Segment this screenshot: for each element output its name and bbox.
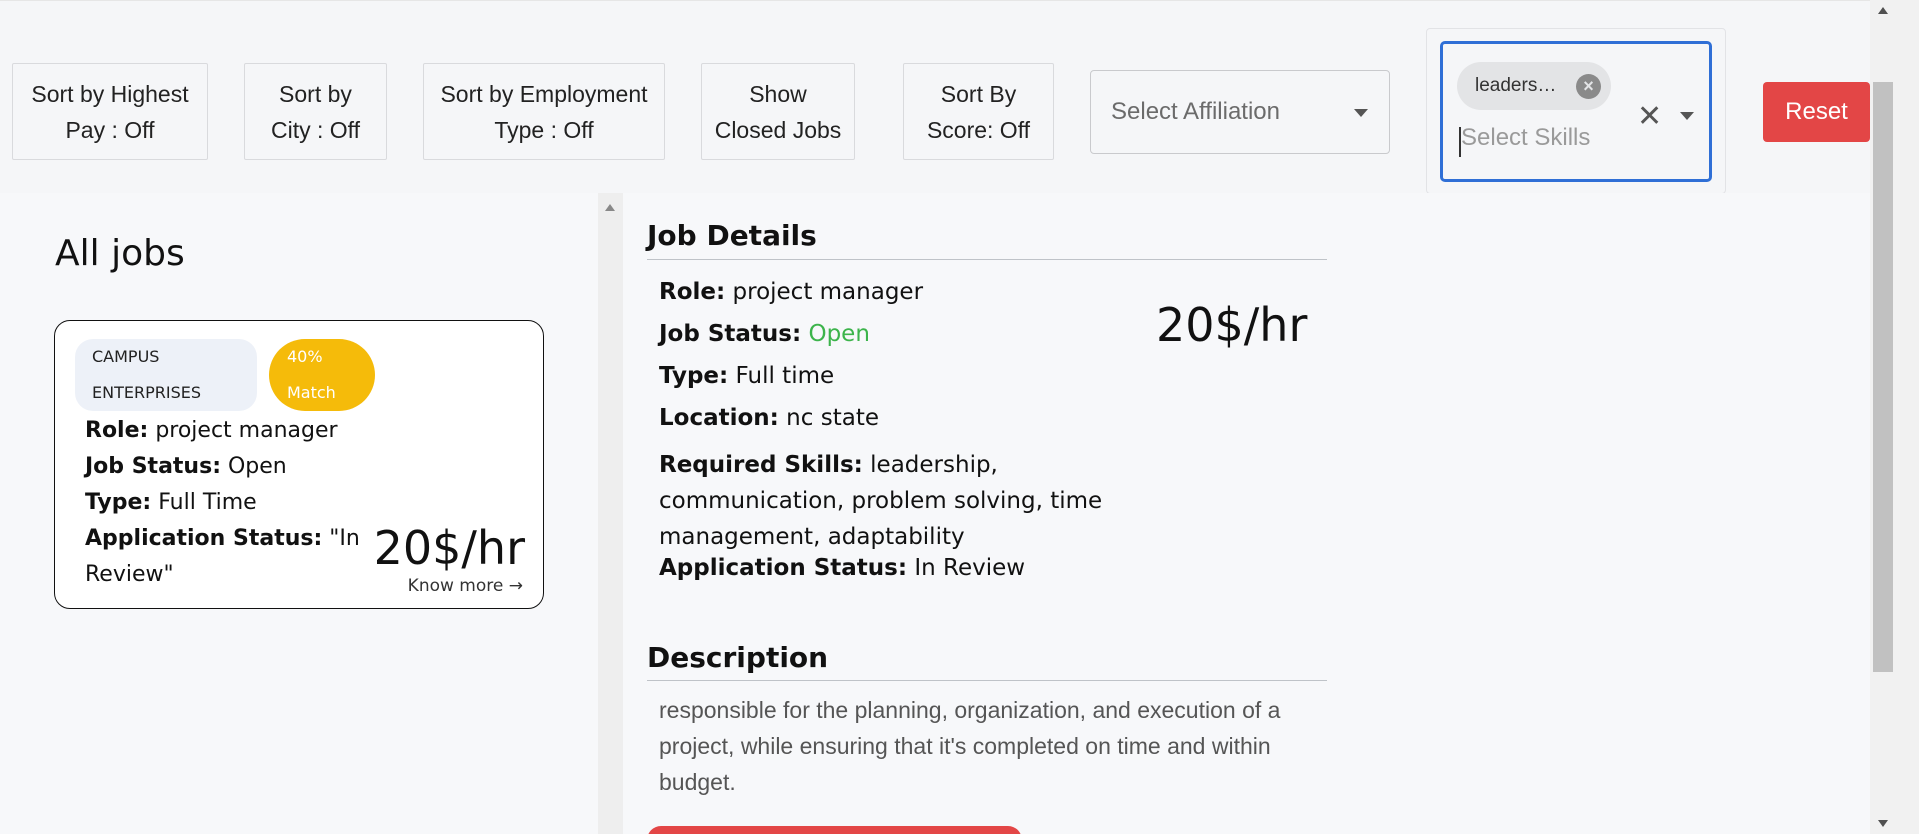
scrollbar-thumb[interactable] bbox=[1873, 82, 1893, 672]
match-badge: 40% Match bbox=[269, 339, 375, 411]
show-closed-jobs-button[interactable]: Show Closed Jobs bbox=[701, 63, 855, 160]
page-scrollbar[interactable] bbox=[1870, 0, 1919, 834]
divider bbox=[647, 680, 1327, 681]
detail-skills-label: Required Skills: bbox=[659, 452, 863, 478]
clear-icon[interactable]: ✕ bbox=[1637, 99, 1662, 134]
detail-skills: Required Skills: leadership, communicati… bbox=[659, 447, 1149, 555]
reset-button[interactable]: Reset bbox=[1763, 82, 1870, 142]
skill-chip-label: leaders… bbox=[1475, 75, 1557, 96]
card-app-status-value: "In bbox=[322, 526, 360, 551]
skills-placeholder[interactable]: Select Skills bbox=[1461, 124, 1590, 152]
card-status: Job Status: Open bbox=[85, 454, 287, 479]
detail-role: Role: project manager bbox=[659, 279, 923, 305]
detail-location-value: nc state bbox=[778, 405, 879, 431]
divider bbox=[647, 259, 1327, 260]
company-line2: ENTERPRISES bbox=[92, 383, 201, 402]
sort-score-line2: Score: Off bbox=[926, 116, 1031, 143]
card-status-value: Open bbox=[221, 454, 287, 479]
detail-type-value: Full time bbox=[728, 363, 835, 389]
scroll-down-arrow-icon[interactable] bbox=[1878, 820, 1888, 827]
chevron-down-icon[interactable] bbox=[1680, 112, 1694, 120]
skill-chip: leaders… × bbox=[1457, 62, 1611, 110]
card-type: Type: Full Time bbox=[85, 490, 257, 515]
detail-type: Type: Full time bbox=[659, 363, 834, 389]
apply-button[interactable] bbox=[647, 826, 1022, 834]
sort-highest-pay-line1: Sort by Highest bbox=[31, 80, 189, 107]
job-card[interactable]: CAMPUS ENTERPRISES 40% Match Role: proje… bbox=[54, 320, 544, 609]
card-pay: 20$/hr bbox=[373, 521, 525, 575]
company-line1: CAMPUS bbox=[92, 347, 160, 366]
card-role-label: Role: bbox=[85, 418, 149, 443]
chevron-down-icon[interactable] bbox=[1354, 109, 1368, 117]
detail-status: Job Status: Open bbox=[659, 321, 870, 347]
sort-city-button[interactable]: Sort by City : Off bbox=[244, 63, 387, 160]
sort-highest-pay-line2: Pay : Off bbox=[65, 116, 155, 143]
match-label: Match bbox=[287, 383, 336, 402]
detail-app-status-label: Application Status: bbox=[659, 555, 908, 581]
sort-score-button[interactable]: Sort By Score: Off bbox=[903, 63, 1054, 160]
job-list-panel: All jobs CAMPUS ENTERPRISES 40% Match Ro… bbox=[0, 193, 598, 834]
sort-city-line2: City : Off bbox=[270, 116, 361, 143]
detail-type-label: Type: bbox=[659, 363, 729, 389]
show-closed-line1: Show bbox=[749, 80, 807, 107]
card-app-status-cont: Review" bbox=[85, 562, 174, 587]
detail-app-status-value: In Review bbox=[907, 555, 1026, 581]
job-details-title: Job Details bbox=[647, 219, 817, 252]
card-role-value: project manager bbox=[148, 418, 338, 443]
sort-employment-line2: Type : Off bbox=[494, 116, 594, 143]
filter-bar: Sort by Highest Pay : Off Sort by City : O… bbox=[0, 0, 1870, 194]
detail-role-value: project manager bbox=[725, 279, 924, 305]
show-closed-line2: Closed Jobs bbox=[714, 116, 842, 143]
card-type-value: Full Time bbox=[151, 490, 257, 515]
detail-location-label: Location: bbox=[659, 405, 779, 431]
skills-select-container: leaders… × Select Skills ✕ bbox=[1426, 28, 1726, 194]
detail-status-label: Job Status: bbox=[659, 321, 802, 347]
card-role: Role: project manager bbox=[85, 418, 338, 443]
sort-employment-line1: Sort by Employment bbox=[440, 80, 648, 107]
detail-pay: 20$/hr bbox=[1156, 298, 1308, 352]
card-type-label: Type: bbox=[85, 490, 152, 515]
list-scrollbar[interactable] bbox=[598, 193, 623, 834]
card-app-status: Application Status: "In bbox=[85, 526, 360, 551]
job-list-heading: All jobs bbox=[55, 233, 185, 274]
scroll-up-arrow-icon[interactable] bbox=[1878, 7, 1888, 14]
chip-remove-icon[interactable]: × bbox=[1576, 74, 1601, 99]
sort-highest-pay-button[interactable]: Sort by Highest Pay : Off bbox=[12, 63, 208, 160]
sort-city-line1: Sort by bbox=[279, 80, 352, 107]
sort-score-line1: Sort By bbox=[940, 80, 1017, 107]
know-more-link[interactable]: Know more → bbox=[408, 576, 523, 596]
affiliation-select[interactable]: Select Affiliation bbox=[1090, 70, 1390, 154]
detail-role-label: Role: bbox=[659, 279, 726, 305]
detail-location: Location: nc state bbox=[659, 405, 879, 431]
company-badge: CAMPUS ENTERPRISES bbox=[75, 339, 257, 411]
scroll-up-arrow-icon[interactable] bbox=[605, 204, 615, 211]
detail-status-value: Open bbox=[801, 321, 870, 347]
affiliation-placeholder: Select Affiliation bbox=[1111, 98, 1280, 125]
skills-select[interactable]: leaders… × Select Skills ✕ bbox=[1440, 41, 1712, 182]
sort-employment-type-button[interactable]: Sort by Employment Type : Off bbox=[423, 63, 665, 160]
description-title: Description bbox=[647, 641, 829, 674]
match-percent: 40% bbox=[287, 347, 323, 366]
detail-app-status: Application Status: In Review bbox=[659, 555, 1025, 581]
card-app-status-label: Application Status: bbox=[85, 526, 323, 551]
card-status-label: Job Status: bbox=[85, 454, 221, 479]
description-text: responsible for the planning, organizati… bbox=[659, 697, 1281, 795]
job-details-panel: Job Details Role: project manager Job St… bbox=[623, 193, 1870, 834]
